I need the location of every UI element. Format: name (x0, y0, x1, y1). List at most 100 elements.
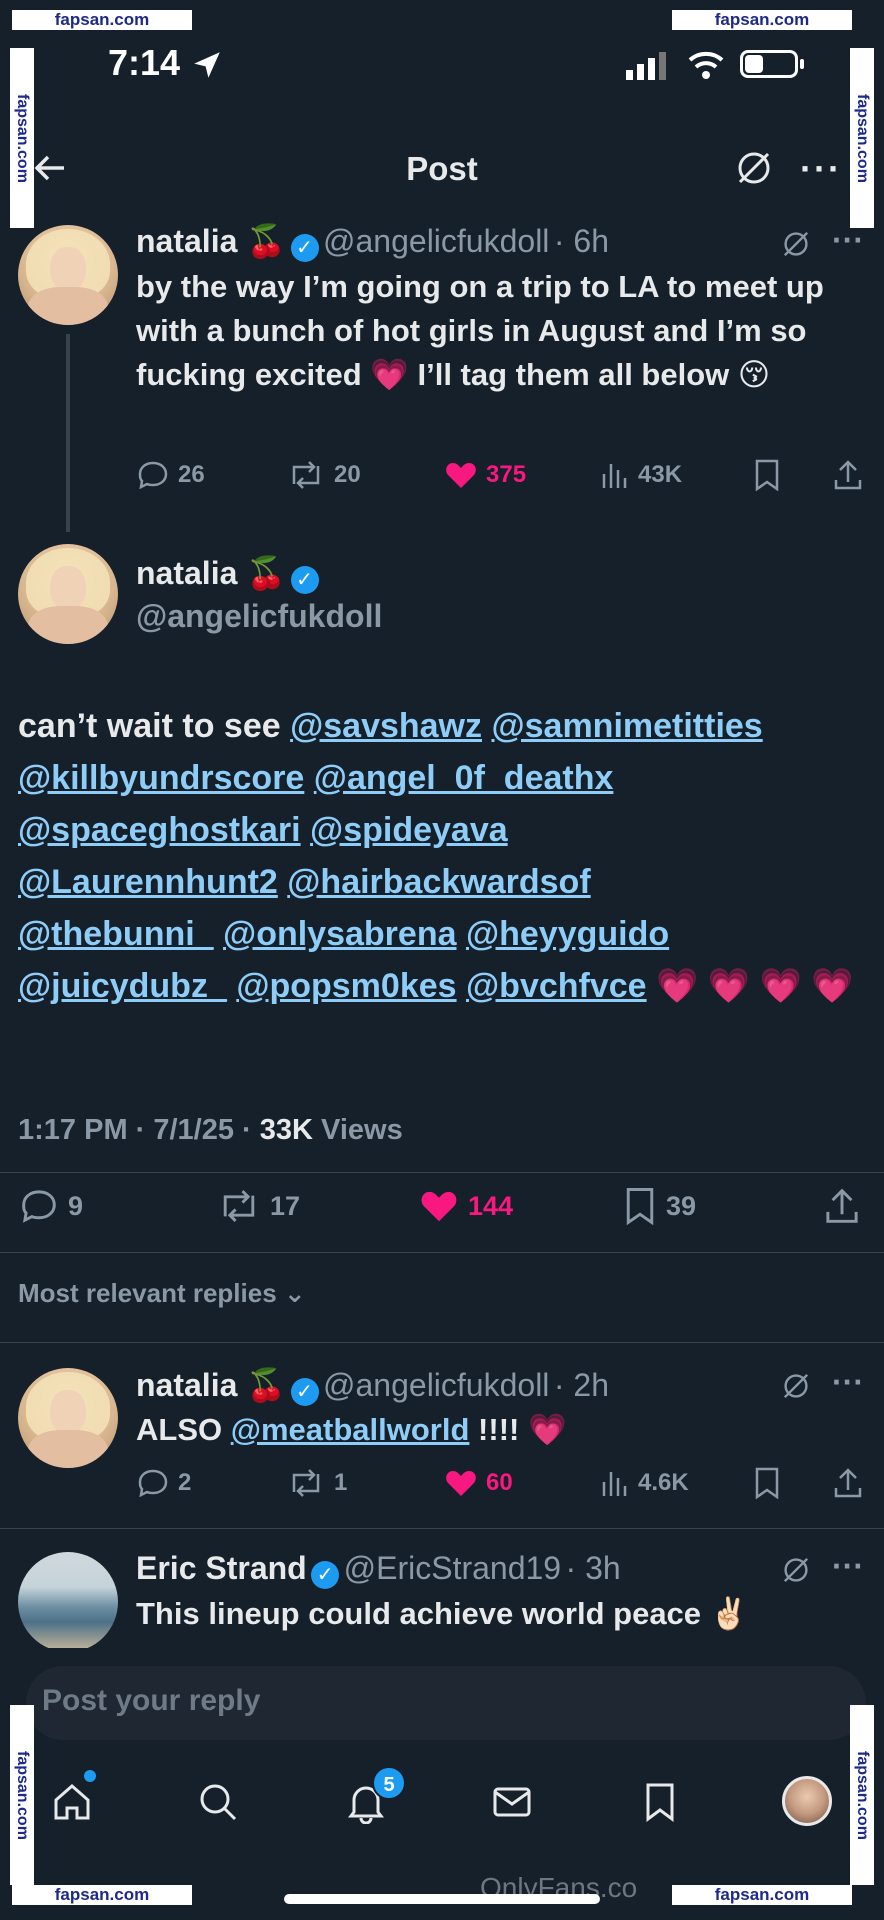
reply-text-prefix: ALSO (136, 1412, 223, 1447)
views-count: 33K (259, 1114, 313, 1146)
mention-link[interactable]: @killbyundrscore (18, 759, 304, 797)
divider (0, 1528, 884, 1529)
location-arrow-icon (194, 52, 220, 78)
views-label: Views (321, 1114, 403, 1146)
post-header: natalia 🍒 ✓ @angelicfukdoll · 2h (136, 1366, 609, 1406)
reply-button[interactable]: 2 (136, 1466, 191, 1500)
grok-icon[interactable] (780, 1554, 812, 1586)
display-name[interactable]: Eric Strand (136, 1550, 307, 1586)
notification-count-badge: 5 (372, 1766, 406, 1800)
mention-link[interactable]: @spaceghostkari (18, 811, 301, 849)
post-header: natalia 🍒 ✓ @angelicfukdoll · 6h (136, 222, 609, 262)
grok-icon[interactable] (780, 1370, 812, 1402)
verified-badge-icon: ✓ (290, 565, 319, 594)
handle[interactable]: @angelicfukdoll (323, 1367, 549, 1403)
sort-replies-button[interactable]: Most relevant replies ⌄ (18, 1278, 306, 1309)
handle[interactable]: @angelicfukdoll (136, 598, 382, 635)
watermark-right-bottom: fapsan.com (850, 1705, 874, 1885)
post-timestamp: 1:17 PM · 7/1/25 · 33K Views (18, 1114, 403, 1147)
grok-icon[interactable] (734, 148, 774, 188)
status-time: 7:14 (108, 42, 181, 83)
wifi-icon (688, 51, 724, 79)
sort-label: Most relevant replies (18, 1278, 277, 1308)
battery-tip (800, 59, 804, 69)
share-icon[interactable] (832, 458, 864, 492)
repost-count: 17 (270, 1190, 301, 1221)
post-header: Eric Strand ✓ @EricStrand19 · 3h (136, 1550, 621, 1589)
bookmark-icon[interactable] (752, 1466, 782, 1500)
mention-link[interactable]: @thebunni_ (18, 915, 214, 953)
divider (0, 1172, 884, 1173)
share-icon[interactable] (832, 1466, 864, 1500)
repost-count: 20 (334, 461, 361, 488)
profile-avatar[interactable] (782, 1776, 832, 1826)
watermark-bottom-left: fapsan.com (12, 1885, 192, 1905)
avatar[interactable] (18, 544, 118, 644)
home-dot (84, 1770, 96, 1782)
bookmark-count: 39 (666, 1190, 697, 1221)
heart-emojis: 💗 💗 💗 💗 (656, 967, 854, 1005)
display-name[interactable]: natalia 🍒 (136, 555, 286, 591)
verified-badge-icon: ✓ (290, 1377, 319, 1406)
divider (0, 1342, 884, 1343)
like-button[interactable]: 144 (418, 1186, 513, 1226)
display-name[interactable]: natalia 🍒 (136, 223, 286, 259)
avatar[interactable] (18, 225, 118, 325)
thread-line (66, 334, 70, 532)
watermark-bottom-right: fapsan.com (672, 1885, 852, 1905)
bookmark-button[interactable]: 39 (622, 1186, 696, 1226)
home-indicator (284, 1894, 600, 1904)
share-icon[interactable] (822, 1186, 862, 1226)
mention-link[interactable]: @heyyguido (466, 915, 669, 953)
handle[interactable]: @angelicfukdoll (323, 223, 549, 259)
mention-link[interactable]: @bvchfvce (466, 967, 647, 1005)
grok-icon[interactable] (780, 228, 812, 260)
mention-link[interactable]: @angel_0f_deathx (314, 759, 614, 797)
home-icon[interactable] (50, 1780, 94, 1824)
mention-link[interactable]: @Laurennhunt2 (18, 863, 278, 901)
mention-link[interactable]: @samnimetitties (491, 707, 762, 745)
mention-link[interactable]: @spideyava (310, 811, 508, 849)
messages-icon[interactable] (490, 1780, 534, 1824)
reply-button[interactable]: 26 (136, 458, 205, 492)
like-count: 375 (486, 461, 527, 488)
post-intro: can’t wait to see (18, 707, 281, 745)
views-button[interactable]: 4.6K (600, 1466, 689, 1500)
avatar[interactable] (18, 1552, 118, 1652)
mention-link[interactable]: @popsm0kes (236, 967, 456, 1005)
watermark-right-top: fapsan.com (850, 48, 874, 228)
mention-link[interactable]: @onlysabrena (223, 915, 456, 953)
divider (0, 1252, 884, 1253)
repost-button[interactable]: 20 (286, 458, 361, 492)
avatar[interactable] (18, 1368, 118, 1468)
bookmarks-icon[interactable] (638, 1780, 682, 1824)
watermark-left-bottom: fapsan.com (10, 1705, 34, 1885)
mention-link[interactable]: @hairbackwardsof (287, 863, 590, 901)
repost-button[interactable]: 17 (216, 1186, 300, 1226)
repost-button[interactable]: 1 (286, 1466, 347, 1500)
reply-button[interactable]: 9 (18, 1186, 83, 1226)
more-options-icon[interactable]: ··· (832, 1548, 864, 1585)
mention-link[interactable]: @savshawz (290, 707, 482, 745)
mention-link[interactable]: @meatballworld (231, 1412, 470, 1447)
like-button[interactable]: 375 (444, 458, 526, 492)
reply-input[interactable]: Post your reply (26, 1666, 866, 1740)
timestamp: 1:17 PM · 7/1/25 · (18, 1114, 260, 1146)
handle[interactable]: @EricStrand19 (344, 1550, 561, 1586)
like-button[interactable]: 60 (444, 1466, 513, 1500)
views-button[interactable]: 43K (600, 458, 682, 492)
search-icon[interactable] (196, 1780, 240, 1824)
bottom-nav (0, 1760, 884, 1880)
reply-count: 26 (178, 461, 205, 488)
bookmark-icon[interactable] (752, 458, 782, 492)
more-options-icon[interactable]: ··· (832, 1364, 864, 1401)
watermark-top-right: fapsan.com (672, 10, 852, 30)
battery-icon (740, 50, 798, 78)
more-options-icon[interactable]: ··· (800, 148, 842, 190)
mention-link[interactable]: @juicydubz_ (18, 967, 227, 1005)
post-header: natalia 🍒 ✓ (136, 554, 319, 594)
display-name[interactable]: natalia 🍒 (136, 1367, 286, 1403)
reply-count: 9 (68, 1190, 84, 1221)
signal-icon (626, 52, 666, 80)
reply-text: ALSO @meatballworld !!!! 💗 (136, 1408, 856, 1452)
